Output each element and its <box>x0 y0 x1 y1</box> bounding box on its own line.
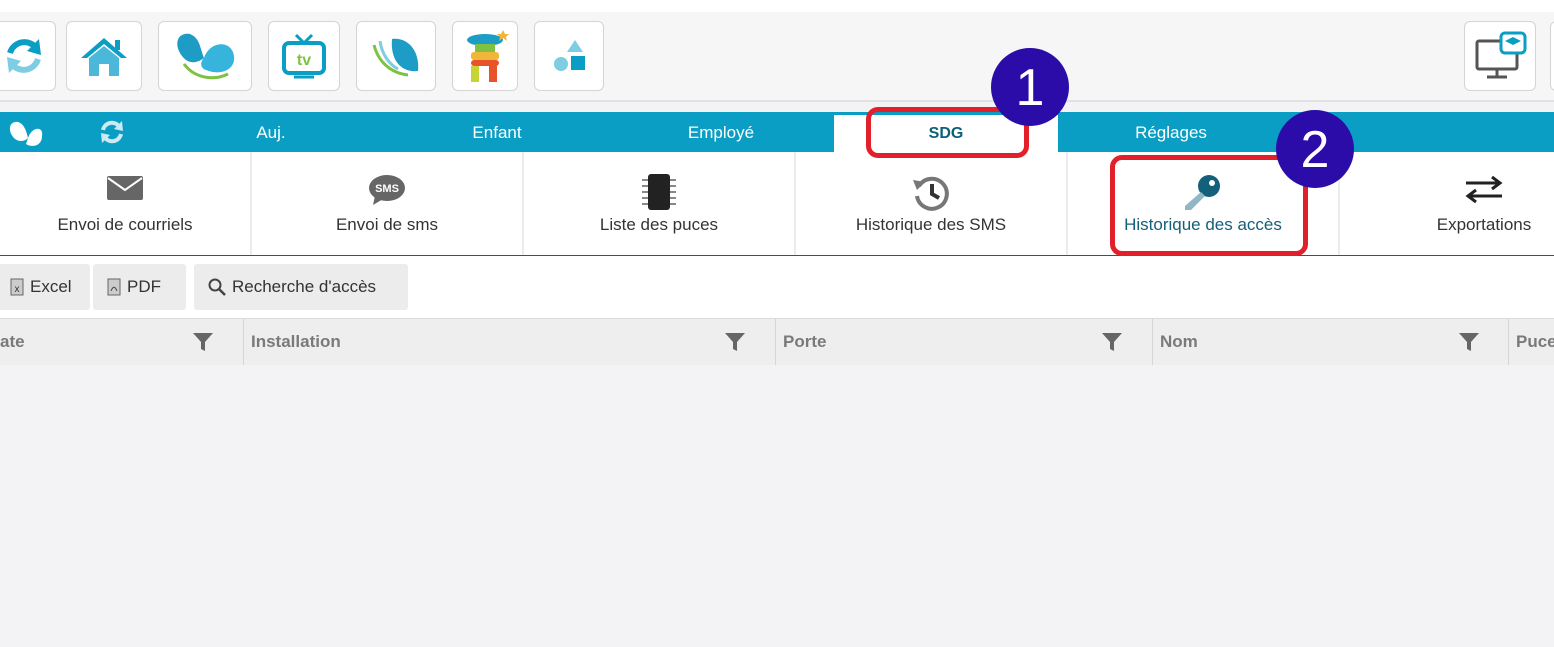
leaf-app-button[interactable] <box>356 21 436 91</box>
table-header: ate Installation Porte Nom Puce <box>0 318 1554 366</box>
shapes-icon <box>554 40 585 71</box>
tv-app-button[interactable]: tv <box>268 21 340 91</box>
column-divider <box>775 319 776 365</box>
shapes-app-button[interactable] <box>534 21 604 91</box>
tab-employe[interactable]: Employé <box>610 112 832 152</box>
subnav-exportations[interactable]: Exportations <box>1340 152 1554 255</box>
pdf-file-icon <box>107 278 121 296</box>
refresh-icon <box>7 39 41 73</box>
history-icon <box>913 176 949 211</box>
butterfly-app-button[interactable] <box>158 21 252 91</box>
extra-toolbar-button[interactable] <box>1550 21 1554 91</box>
inukshuk-icon <box>467 30 509 82</box>
filter-icon[interactable] <box>192 332 214 352</box>
subnav-liste-puces[interactable]: Liste des puces <box>524 152 794 255</box>
table-body-empty <box>0 365 1554 647</box>
svg-text:tv: tv <box>297 52 311 69</box>
tv-icon: tv <box>282 33 326 79</box>
butterfly-icon[interactable] <box>6 118 44 148</box>
monitor-graduation-icon <box>1475 31 1527 79</box>
excel-button[interactable]: x Excel <box>0 264 90 310</box>
search-access-button[interactable]: Recherche d'accès <box>194 264 408 310</box>
tab-enfant[interactable]: Enfant <box>386 112 608 152</box>
column-installation[interactable]: Installation <box>251 319 341 365</box>
butterfly-icon <box>177 33 235 80</box>
subnav-label: Envoi de sms <box>335 215 439 234</box>
subnav-historique-sms[interactable]: Historique des SMS <box>796 152 1066 255</box>
home-icon <box>81 38 127 76</box>
character-app-button[interactable] <box>452 21 518 91</box>
swap-arrows-icon <box>1465 175 1503 204</box>
svg-text:x: x <box>15 284 20 295</box>
refresh-icon[interactable] <box>98 118 126 146</box>
sms-icon-text: SMS <box>375 183 399 195</box>
leaf-icon <box>372 38 419 77</box>
actions-bar: x Excel PDF Recherche d'accès <box>0 256 1554 318</box>
search-icon <box>208 278 226 296</box>
subnav-label: Liste des puces <box>599 215 719 234</box>
pdf-button[interactable]: PDF <box>93 264 186 310</box>
excel-file-icon: x <box>10 278 24 296</box>
excel-label: Excel <box>30 277 72 296</box>
filter-icon[interactable] <box>1458 332 1480 352</box>
step-badge-1: 1 <box>991 48 1069 126</box>
subnav-envoi-courriels[interactable]: Envoi de courriels <box>0 152 250 255</box>
column-puce[interactable]: Puce <box>1516 319 1554 365</box>
pdf-label: PDF <box>127 277 161 296</box>
chip-icon <box>642 174 676 210</box>
filter-icon[interactable] <box>1101 332 1123 352</box>
search-access-label: Recherche d'accès <box>232 277 377 296</box>
column-nom[interactable]: Nom <box>1160 319 1198 365</box>
highlight-historique-acces <box>1110 155 1308 256</box>
tab-auj[interactable]: Auj. <box>160 112 382 152</box>
column-date[interactable]: ate <box>0 319 25 365</box>
training-button[interactable] <box>1464 21 1536 91</box>
subnav-label: Envoi de courriels <box>57 215 193 234</box>
home-button[interactable] <box>66 21 142 91</box>
column-divider <box>243 319 244 365</box>
column-divider <box>1152 319 1153 365</box>
app-toolbar: tv <box>0 12 1554 102</box>
tab-reglages[interactable]: Réglages <box>1060 112 1282 152</box>
envelope-icon <box>107 176 143 200</box>
subnav-label: Exportations <box>1436 215 1532 234</box>
filter-icon[interactable] <box>724 332 746 352</box>
subnav-envoi-sms[interactable]: SMS Envoi de sms <box>252 152 522 255</box>
step-badge-2: 2 <box>1276 110 1354 188</box>
top-strip <box>0 0 1554 12</box>
sms-bubble-icon: SMS <box>369 175 405 205</box>
subnav-label: Historique des SMS <box>855 215 1007 234</box>
refresh-app-button[interactable] <box>0 21 56 91</box>
column-divider <box>1508 319 1509 365</box>
column-porte[interactable]: Porte <box>783 319 826 365</box>
